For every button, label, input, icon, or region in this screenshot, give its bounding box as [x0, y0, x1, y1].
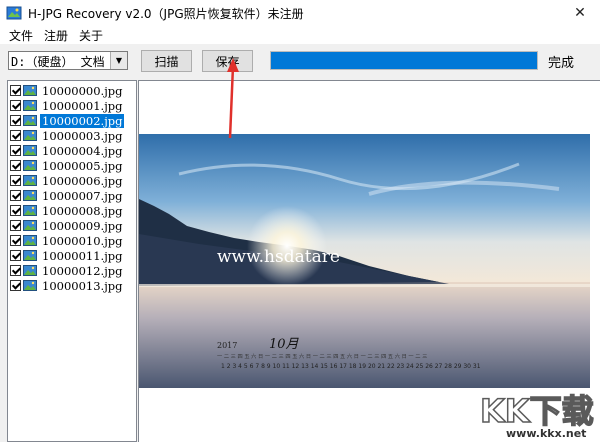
watermark-url: www.kkx.net: [506, 427, 586, 440]
annotation-arrow-icon: [227, 58, 239, 139]
app-window: H-JPG Recovery v2.0（JPG照片恢复软件）未注册 ✕ 文件 注…: [0, 0, 600, 442]
watermark-logo-text: KK下载: [480, 392, 594, 430]
kkx-watermark-logo: KK下载 www.kkx.net: [479, 391, 594, 440]
